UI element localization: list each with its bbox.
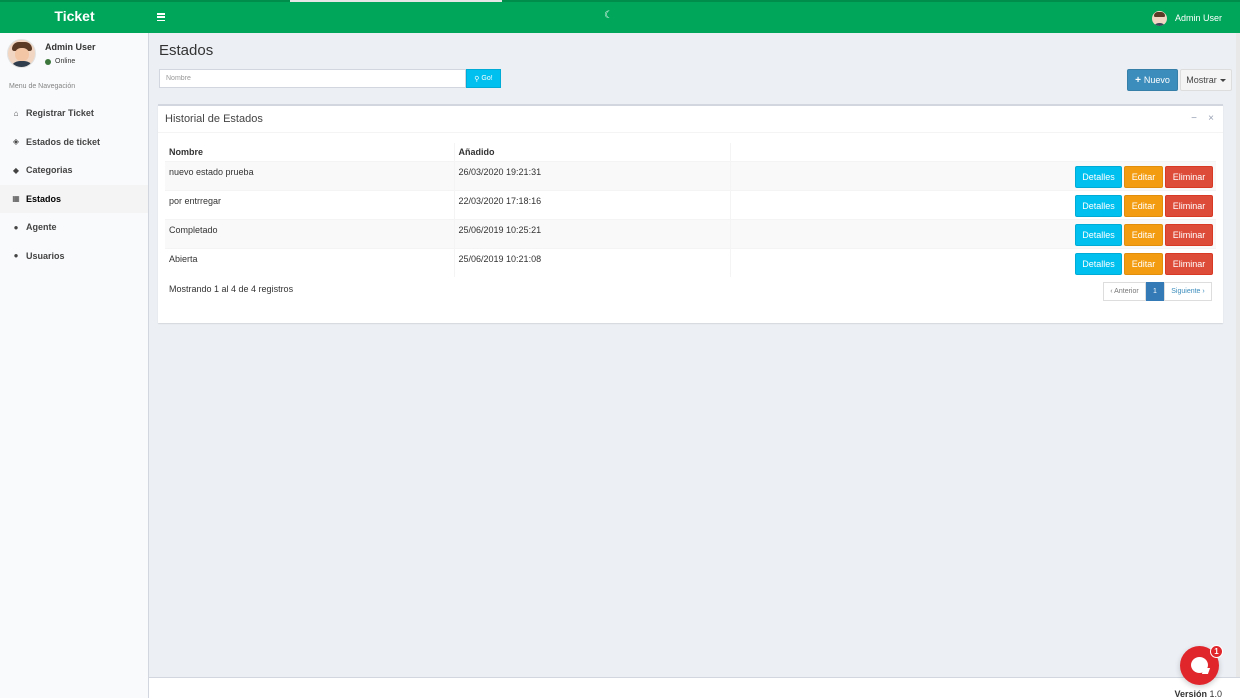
pagination-page-1[interactable]: 1 xyxy=(1146,282,1164,301)
version-text: Versión 1.0 xyxy=(1174,689,1222,698)
sidebar-item-estados[interactable]: ▦ Estados xyxy=(0,184,148,213)
sidebar-item-label: Registrar Ticket xyxy=(26,108,94,119)
sidebar-item-label: Estados xyxy=(26,193,62,204)
column-header-actions xyxy=(729,143,1216,162)
table-row: por entrregar 22/03/2020 17:18:16 Detall… xyxy=(165,189,1216,219)
cell-anadido: 22/03/2020 17:18:16 xyxy=(453,189,730,219)
sidebar-item-label: Agente xyxy=(26,222,57,233)
details-button[interactable]: Detalles xyxy=(1075,194,1122,217)
search-button-label: Go! xyxy=(481,75,493,82)
pagination-previous[interactable]: ‹ Anterior xyxy=(1103,282,1146,301)
table-info: Mostrando 1 al 4 de 4 registros xyxy=(169,284,294,294)
cell-nombre: nuevo estado prueba xyxy=(165,160,454,190)
cell-anadido: 25/06/2019 10:21:08 xyxy=(453,247,730,277)
sidebar-toggle-icon[interactable] xyxy=(157,13,165,22)
cell-nombre: Completado xyxy=(165,218,454,248)
sidebar-item-categorias[interactable]: ◆ Categorias xyxy=(0,156,148,185)
app-logo[interactable]: Ticket xyxy=(0,2,149,33)
edit-button[interactable]: Editar xyxy=(1124,165,1163,188)
table-row: Completado 25/06/2019 10:25:21 Detalles E… xyxy=(165,218,1216,248)
delete-button[interactable]: Eliminar xyxy=(1165,223,1213,246)
home-icon: ⌂ xyxy=(13,108,19,118)
delete-button[interactable]: Eliminar xyxy=(1165,252,1213,275)
collapse-icon[interactable]: − xyxy=(1190,113,1198,124)
user-panel: Admin User Online xyxy=(7,39,142,71)
sidebar-nav: ⌂ Registrar Ticket ◈ Estados de ticket ◆… xyxy=(0,99,148,270)
sidebar-item-label: Categorias xyxy=(26,165,73,176)
edit-button[interactable]: Editar xyxy=(1124,194,1163,217)
loading-spinner-icon: ☾ xyxy=(604,10,613,21)
page-title: Estados xyxy=(159,42,214,59)
chat-notification-badge: 1 xyxy=(1210,645,1223,658)
sidebar-item-estados-de-ticket[interactable]: ◈ Estados de ticket xyxy=(0,128,148,157)
ticket-icon: ◈ xyxy=(12,137,20,147)
version-value: 1.0 xyxy=(1209,689,1222,698)
details-button[interactable]: Detalles xyxy=(1075,223,1122,246)
sidebar-item-agente[interactable]: ● Agente xyxy=(0,213,148,242)
sidebar-item-label: Usuarios xyxy=(26,250,65,261)
box-title: Historial de Estados xyxy=(165,113,263,125)
pagination-next[interactable]: Siguiente › xyxy=(1164,282,1212,301)
tag-icon: ◆ xyxy=(12,165,20,175)
plus-icon: + xyxy=(1135,74,1141,86)
search-button[interactable]: ⚲ Go! xyxy=(466,69,501,88)
status-label: Online xyxy=(55,58,76,65)
show-dropdown-label: Mostrar xyxy=(1186,75,1217,85)
user-menu[interactable]: Admin User xyxy=(1151,9,1222,27)
avatar xyxy=(1151,10,1167,26)
column-header-nombre[interactable]: Nombre xyxy=(165,143,454,162)
caret-down-icon xyxy=(1219,78,1226,82)
table-header-row: Nombre Añadido xyxy=(165,143,1216,162)
delete-button[interactable]: Eliminar xyxy=(1165,165,1213,188)
edit-button[interactable]: Editar xyxy=(1124,223,1163,246)
delete-button[interactable]: Eliminar xyxy=(1165,194,1213,217)
column-header-anadido[interactable]: Añadido xyxy=(453,143,730,162)
box-tools: − × xyxy=(1190,113,1215,124)
search-icon: ⚲ xyxy=(474,75,480,83)
close-icon[interactable]: × xyxy=(1207,113,1215,124)
details-button[interactable]: Detalles xyxy=(1075,252,1122,275)
scrollbar[interactable] xyxy=(1236,33,1240,698)
grid-icon: ▦ xyxy=(12,194,20,204)
cell-anadido: 26/03/2020 19:21:31 xyxy=(453,160,730,190)
sidebar-item-usuarios[interactable]: ● Usuarios xyxy=(0,242,148,271)
cell-actions: Detalles Editar Eliminar xyxy=(729,247,1216,277)
avatar xyxy=(7,39,36,68)
cell-actions: Detalles Editar Eliminar xyxy=(729,218,1216,248)
cell-actions: Detalles Editar Eliminar xyxy=(729,160,1216,190)
add-button[interactable]: + Nuevo xyxy=(1127,69,1178,91)
top-navbar: Ticket ☾ Admin User xyxy=(0,0,1240,33)
main-footer: Versión 1.0 xyxy=(149,677,1240,698)
details-button[interactable]: Detalles xyxy=(1075,165,1122,188)
edit-button[interactable]: Editar xyxy=(1124,252,1163,275)
show-dropdown-button[interactable]: Mostrar xyxy=(1180,69,1232,91)
search-bar: ⚲ Go! xyxy=(159,69,501,88)
sidebar-user-name: Admin User xyxy=(45,42,96,52)
pagination: ‹ Anterior 1 Siguiente › xyxy=(1103,282,1212,301)
online-status-icon xyxy=(45,58,51,65)
cell-nombre: por entrregar xyxy=(165,189,454,219)
cell-actions: Detalles Editar Eliminar xyxy=(729,189,1216,219)
table-row: Abierta 25/06/2019 10:21:08 Detalles Edit… xyxy=(165,247,1216,277)
box-header: Historial de Estados − × xyxy=(158,106,1223,133)
user-menu-name: Admin User xyxy=(1174,13,1222,23)
search-input[interactable] xyxy=(159,69,466,88)
users-icon: ● xyxy=(13,251,19,261)
estados-table: Nombre Añadido nuevo estado prueba 26/03… xyxy=(165,143,1216,277)
sidebar-item-label: Estados de ticket xyxy=(26,136,101,147)
table-row: nuevo estado prueba 26/03/2020 19:21:31 … xyxy=(165,160,1216,190)
add-button-label: Nuevo xyxy=(1143,75,1170,85)
loading-bar xyxy=(290,0,502,2)
cell-anadido: 25/06/2019 10:25:21 xyxy=(453,218,730,248)
chat-bubble-icon xyxy=(1191,657,1208,673)
cell-nombre: Abierta xyxy=(165,247,454,277)
user-icon: ● xyxy=(13,222,19,232)
nav-header: Menu de Navegación xyxy=(9,83,76,90)
user-status: Online xyxy=(45,58,75,65)
estados-box: Historial de Estados − × Nombre Añadido … xyxy=(158,104,1223,323)
version-label: Versión xyxy=(1174,689,1207,698)
sidebar-item-registrar-ticket[interactable]: ⌂ Registrar Ticket xyxy=(0,99,148,128)
sidebar: Admin User Online Menu de Navegación ⌂ R… xyxy=(0,33,149,698)
